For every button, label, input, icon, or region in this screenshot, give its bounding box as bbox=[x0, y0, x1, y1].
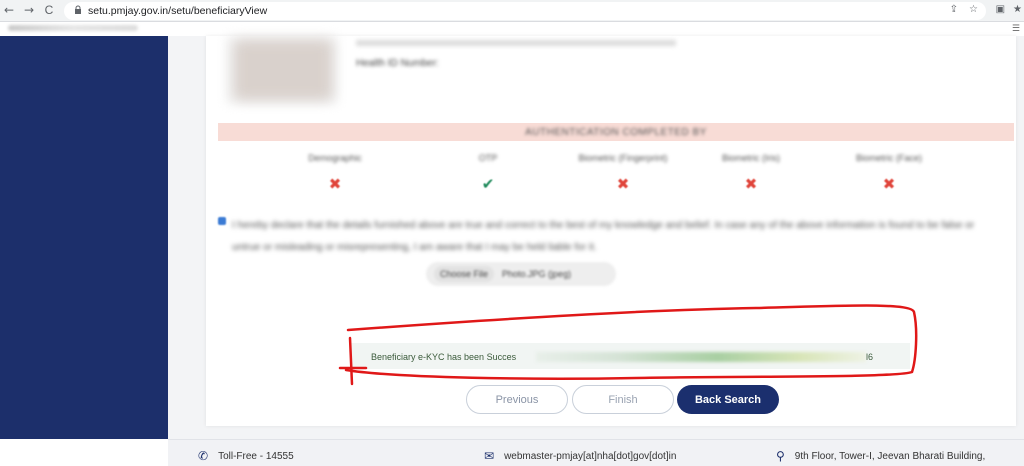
browser-toolbar: ← → C setu.pmjay.gov.in/setu/beneficiary… bbox=[0, 0, 1024, 22]
menu-icon[interactable]: ☰ bbox=[1012, 24, 1020, 34]
email-text[interactable]: webmaster-pmjay[at]nha[dot]gov[dot]in bbox=[504, 451, 676, 462]
auth-mode-label: OTP bbox=[478, 153, 498, 163]
lock-icon bbox=[74, 5, 82, 17]
health-id-label: Health ID Number: bbox=[356, 58, 439, 69]
blurred-field bbox=[356, 40, 676, 46]
footer-toll-free: ✆ Toll-Free - 14555 bbox=[198, 449, 294, 463]
consent-text: I hereby declare that the details furnis… bbox=[232, 220, 975, 253]
auth-mode-label: Biometric (Iris) bbox=[722, 153, 780, 163]
sidebar bbox=[0, 36, 168, 439]
back-icon[interactable]: ← bbox=[0, 3, 18, 17]
auth-status-band: AUTHENTICATION COMPLETED BY bbox=[218, 123, 1014, 141]
finish-button[interactable]: Finish bbox=[572, 385, 674, 414]
footer-email: ✉ webmaster-pmjay[at]nha[dot]gov[dot]in bbox=[484, 449, 676, 463]
choose-file-button[interactable]: Choose File bbox=[434, 266, 495, 282]
reload-icon[interactable]: C bbox=[40, 3, 58, 17]
email-icon: ✉ bbox=[484, 449, 495, 463]
auth-mode-label: Demographic bbox=[308, 153, 362, 163]
auth-mode-label: Biometric (Face) bbox=[855, 153, 922, 163]
forward-icon[interactable]: → bbox=[20, 3, 38, 17]
beneficiary-photo-blur bbox=[234, 40, 332, 100]
share-icon[interactable]: ⇪ bbox=[950, 4, 958, 15]
cross-icon: ✖ bbox=[616, 175, 630, 193]
previous-button[interactable]: Previous bbox=[466, 385, 568, 414]
auth-mode-label: Biometric (Fingerprint) bbox=[578, 153, 668, 163]
cross-icon: ✖ bbox=[328, 175, 342, 193]
auth-mode-otp: OTP ✔ bbox=[433, 153, 543, 193]
blurred-bookmarks bbox=[8, 25, 138, 31]
footer-address: ⚲ 9th Floor, Tower-I, Jeevan Bharati Bui… bbox=[776, 449, 985, 463]
auth-status-text: AUTHENTICATION COMPLETED BY bbox=[525, 126, 707, 138]
address-text: 9th Floor, Tower-I, Jeevan Bharati Build… bbox=[794, 450, 986, 462]
auth-mode-iris: Biometric (Iris) ✖ bbox=[696, 153, 806, 193]
cross-icon: ✖ bbox=[744, 175, 758, 193]
bookmarks-bar: ☰ bbox=[0, 22, 1024, 36]
cross-icon: ✖ bbox=[882, 175, 896, 193]
extensions-star-icon[interactable]: ★ bbox=[1013, 4, 1022, 15]
file-chooser[interactable]: Choose File Photo.JPG (jpeg) bbox=[426, 262, 616, 286]
auth-mode-fingerprint: Biometric (Fingerprint) ✖ bbox=[568, 153, 678, 193]
back-search-button[interactable]: Back Search bbox=[677, 385, 779, 414]
address-bar[interactable]: setu.pmjay.gov.in/setu/beneficiaryView ⇪… bbox=[64, 2, 986, 20]
location-pin-icon: ⚲ bbox=[776, 449, 785, 463]
auth-mode-face: Biometric (Face) ✖ bbox=[834, 153, 944, 193]
url-text: setu.pmjay.gov.in/setu/beneficiaryView bbox=[88, 5, 268, 17]
check-icon: ✔ bbox=[481, 175, 495, 193]
auth-mode-demographic: Demographic ✖ bbox=[280, 153, 390, 193]
file-name: Photo.JPG (jpeg) bbox=[502, 269, 572, 279]
red-annotation bbox=[338, 304, 918, 386]
consent-checkbox[interactable] bbox=[218, 217, 226, 225]
phone-icon: ✆ bbox=[198, 449, 209, 463]
extension-icon[interactable]: ▣ bbox=[996, 4, 1005, 15]
bookmark-star-icon[interactable]: ☆ bbox=[969, 4, 978, 15]
toll-free-text: Toll-Free - 14555 bbox=[218, 450, 294, 462]
